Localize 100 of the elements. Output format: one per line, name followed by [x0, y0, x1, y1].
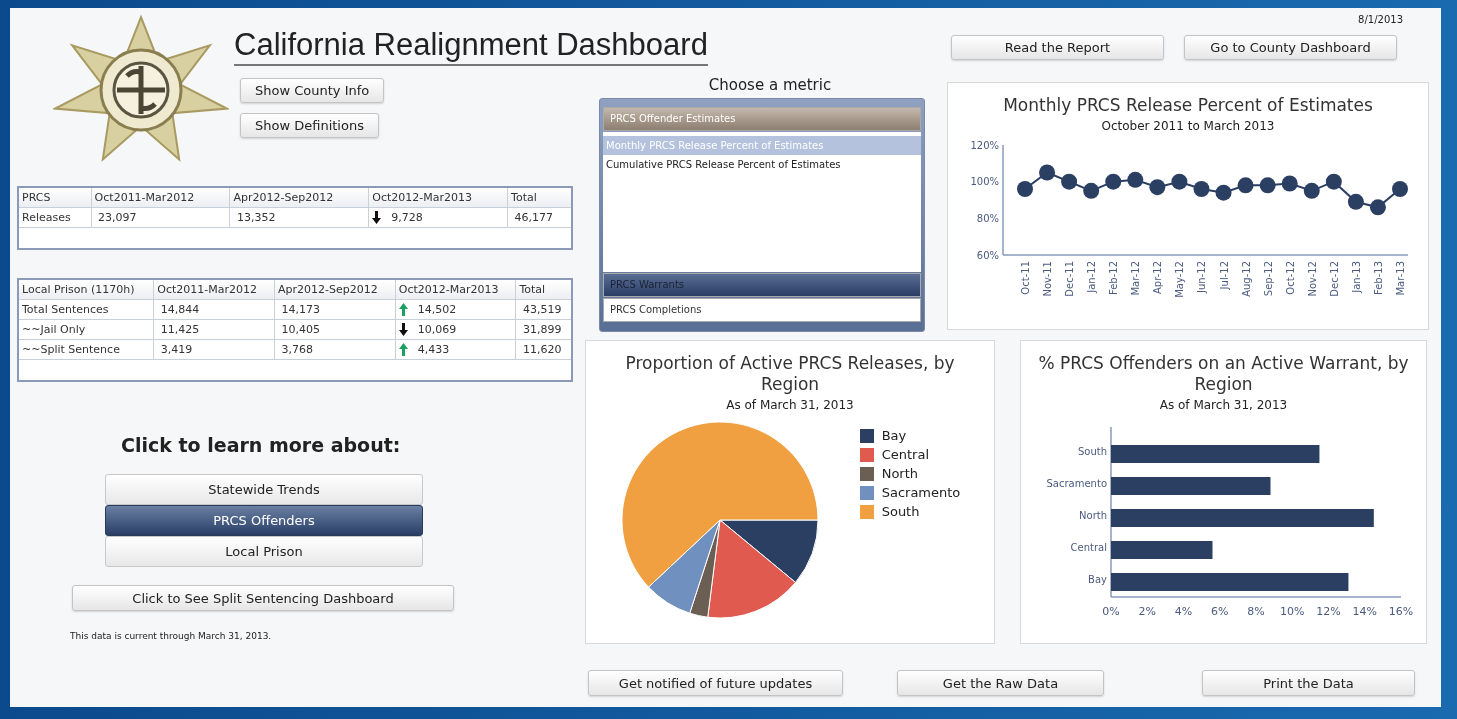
column-header: Apr2012-Sep2012 — [274, 279, 396, 300]
x-tick-label: Nov-11 — [1042, 261, 1054, 297]
header-button[interactable]: Show Definitions — [240, 113, 379, 138]
row-label: Total Sentences — [18, 299, 154, 320]
x-tick-label: Feb-12 — [1108, 261, 1120, 296]
x-tick-label: 14% — [1352, 605, 1377, 618]
topic-button[interactable]: Local Prison — [105, 536, 423, 567]
x-tick-label: 12% — [1315, 605, 1341, 618]
x-tick-label: Jan-12 — [1086, 261, 1098, 293]
x-tick-label: 16% — [1388, 605, 1413, 618]
x-tick-label: Jan-13 — [1350, 261, 1362, 293]
x-tick-label: Jun-12 — [1196, 261, 1208, 293]
legend-label: Sacramento — [881, 485, 961, 500]
data-point — [1347, 193, 1364, 210]
dashboard-title: California Realignment Dashboard — [234, 26, 708, 66]
y-tick-label: 60% — [976, 249, 999, 261]
x-tick-label: Feb-13 — [1372, 261, 1384, 296]
y-tick-label: Central — [1070, 542, 1107, 553]
column-header: Oct2012-Mar2013 — [368, 187, 508, 208]
metric-item[interactable]: Cumulative PRCS Release Percent of Estimates — [603, 155, 921, 174]
x-tick-label: Apr-12 — [1152, 261, 1164, 294]
data-point — [1303, 182, 1320, 199]
data-point — [1193, 181, 1210, 197]
action-button[interactable]: Get notified of future updates — [588, 670, 843, 696]
chart-title: % PRCS Offenders on an Active Warrant, by Region — [1037, 353, 1410, 395]
date-label: 8/1/2013 — [1358, 14, 1403, 25]
column-header: Oct2011-Mar2012 — [153, 279, 275, 300]
x-tick-label: Dec-11 — [1064, 261, 1076, 297]
y-tick-label: 100% — [970, 176, 999, 188]
split-sentencing-button[interactable]: Click to See Split Sentencing Dashboard — [72, 585, 454, 611]
header-button[interactable]: Show County Info — [240, 78, 385, 103]
table-cell: 4,433 — [417, 343, 450, 356]
action-button[interactable]: Get the Raw Data — [897, 670, 1104, 696]
table-cell: 13,352 — [229, 207, 369, 228]
x-tick-label: Sep-12 — [1262, 261, 1274, 297]
x-tick-label: Mar-12 — [1130, 261, 1142, 296]
x-tick-label: 6% — [1210, 605, 1228, 618]
nav-button[interactable]: Read the Report — [951, 35, 1164, 60]
table-cell: 11,425 — [153, 319, 275, 340]
column-header: Oct2012-Mar2013 — [395, 279, 516, 300]
x-tick-label: Oct-11 — [1020, 261, 1031, 295]
chart-subtitle: As of March 31, 2013 — [726, 398, 854, 412]
topic-button[interactable]: Statewide Trends — [105, 474, 423, 505]
chart-subtitle: October 2011 to March 2013 — [1101, 119, 1275, 133]
x-tick-label: 8% — [1246, 605, 1265, 618]
table-cell: 3,768 — [274, 339, 396, 360]
data-point — [1171, 173, 1188, 190]
x-tick-label: May-12 — [1174, 261, 1186, 298]
x-tick-label: 2% — [1138, 605, 1156, 618]
data-point — [1017, 181, 1033, 197]
metric-label: Choose a metric — [708, 76, 832, 94]
data-point — [1039, 164, 1056, 181]
data-point — [1325, 173, 1342, 190]
y-tick-label: 80% — [976, 212, 999, 224]
y-tick-label: Bay — [1087, 574, 1107, 585]
table-cell: 14,844 — [153, 299, 275, 320]
x-tick-label: 0% — [1101, 605, 1120, 618]
action-button[interactable]: Print the Data — [1202, 670, 1415, 696]
learn-more-heading: Click to learn more about: — [121, 434, 402, 456]
y-tick-label: North — [1078, 510, 1107, 521]
column-header: Total — [507, 187, 572, 208]
x-tick-label: Jul-12 — [1218, 261, 1230, 290]
legend-label: Bay — [881, 428, 907, 443]
data-point — [1259, 177, 1276, 194]
data-point — [1083, 182, 1100, 199]
row-label: ~~Jail Only — [18, 319, 154, 340]
legend-label: South — [881, 504, 920, 519]
y-tick-label: Sacramento — [1046, 478, 1107, 489]
data-point — [1149, 179, 1166, 196]
table-cell: 14,502 — [417, 303, 457, 316]
chart-subtitle: As of March 31, 2013 — [1159, 398, 1288, 412]
column-header: Oct2011-Mar2012 — [91, 187, 230, 208]
data-point — [1061, 173, 1078, 190]
x-tick-label: 10% — [1279, 605, 1304, 618]
x-tick-label: Aug-12 — [1240, 261, 1252, 297]
column-header: PRCS — [18, 187, 92, 208]
table-cell: 23,097 — [91, 207, 230, 228]
column-header: Total — [515, 279, 572, 300]
y-tick-label: 120% — [970, 139, 999, 151]
x-tick-label: Nov-12 — [1306, 261, 1318, 297]
data-point — [1105, 173, 1122, 190]
data-point — [1127, 171, 1144, 188]
data-point — [1392, 181, 1408, 197]
x-tick-label: Mar-13 — [1395, 261, 1406, 296]
nav-button[interactable]: Go to County Dashboard — [1184, 35, 1397, 60]
x-tick-label: Dec-12 — [1328, 261, 1340, 297]
metric-group[interactable]: PRCS Completions — [603, 298, 921, 322]
data-point — [1237, 177, 1254, 194]
topic-button[interactable]: PRCS Offenders — [105, 505, 423, 536]
table-cell: 10,069 — [417, 323, 457, 336]
legend-label: Central — [881, 447, 929, 462]
table-cell: 14,173 — [274, 299, 396, 320]
data-point — [1215, 184, 1232, 201]
data-point — [1369, 199, 1386, 216]
table-cell: 3,419 — [153, 339, 275, 360]
legend-label: North — [881, 466, 919, 481]
chart-title: Monthly PRCS Release Percent of Estimates — [1003, 95, 1373, 116]
column-header: Local Prison (1170h) — [18, 279, 154, 300]
x-tick-label: 4% — [1174, 605, 1192, 618]
data-point — [1281, 175, 1298, 192]
